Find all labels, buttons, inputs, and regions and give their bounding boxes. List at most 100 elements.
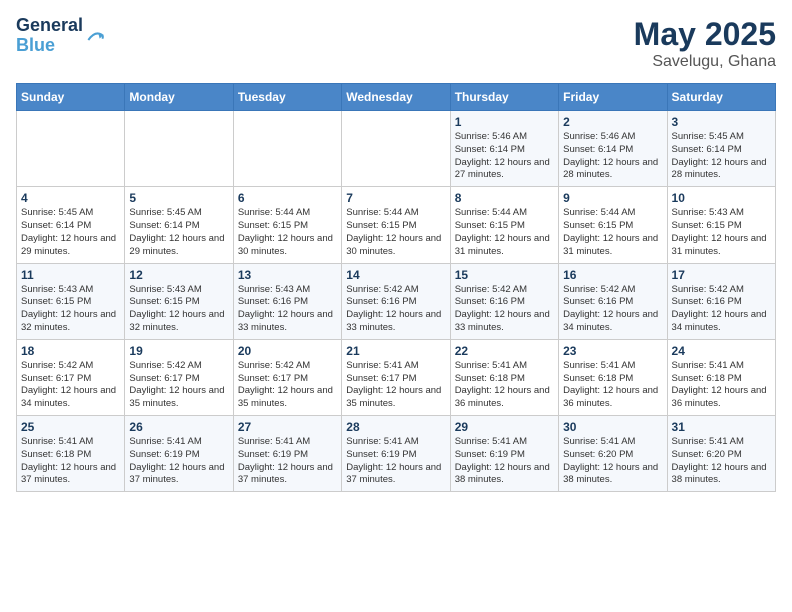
calendar-cell: 6Sunrise: 5:44 AM Sunset: 6:15 PM Daylig… bbox=[233, 187, 341, 263]
month-year: May 2025 bbox=[634, 16, 776, 53]
day-info: Sunrise: 5:43 AM Sunset: 6:15 PM Dayligh… bbox=[129, 284, 228, 335]
day-info: Sunrise: 5:41 AM Sunset: 6:18 PM Dayligh… bbox=[455, 360, 554, 411]
day-info: Sunrise: 5:42 AM Sunset: 6:16 PM Dayligh… bbox=[346, 284, 445, 335]
calendar-week-row: 11 Sunrise: 5:43 AM Sunset: 6:15 PM Dayli… bbox=[17, 263, 776, 339]
calendar-week-row: 4 Sunrise: 5:45 AM Sunset: 6:14 PM Daylig… bbox=[17, 187, 776, 263]
day-number: 27 bbox=[238, 420, 337, 434]
calendar-cell: 30 Sunrise: 5:41 AM Sunset: 6:20 PM Dayli… bbox=[559, 416, 667, 492]
day-info: Sunrise: 5:42 AM Sunset: 6:16 PM Dayligh… bbox=[672, 284, 771, 335]
calendar-week-row: 1 Sunrise: 5:46 AM Sunset: 6:14 PM Daylig… bbox=[17, 111, 776, 187]
calendar-cell: 16 Sunrise: 5:42 AM Sunset: 6:16 PM Dayli… bbox=[559, 263, 667, 339]
day-number: 15 bbox=[455, 268, 554, 282]
calendar-cell: 21 Sunrise: 5:41 AM Sunset: 6:17 PM Dayli… bbox=[342, 339, 450, 415]
calendar-cell: 3 Sunrise: 5:45 AM Sunset: 6:14 PM Daylig… bbox=[667, 111, 775, 187]
day-info: Sunrise: 5:44 AM Sunset: 6:15 PM Dayligh… bbox=[563, 207, 662, 258]
day-info: Sunrise: 5:42 AM Sunset: 6:16 PM Dayligh… bbox=[563, 284, 662, 335]
day-number: 21 bbox=[346, 344, 445, 358]
calendar-cell bbox=[125, 111, 233, 187]
day-info: Sunrise: 5:43 AM Sunset: 6:15 PM Dayligh… bbox=[21, 284, 120, 335]
weekday-header-friday: Friday bbox=[559, 84, 667, 111]
day-number: 30 bbox=[563, 420, 662, 434]
weekday-header-sunday: Sunday bbox=[17, 84, 125, 111]
day-number: 20 bbox=[238, 344, 337, 358]
day-number: 1 bbox=[455, 115, 554, 129]
day-info: Sunrise: 5:42 AM Sunset: 6:17 PM Dayligh… bbox=[129, 360, 228, 411]
day-number: 28 bbox=[346, 420, 445, 434]
day-info: Sunrise: 5:43 AM Sunset: 6:16 PM Dayligh… bbox=[238, 284, 337, 335]
calendar-cell: 14Sunrise: 5:42 AM Sunset: 6:16 PM Dayli… bbox=[342, 263, 450, 339]
calendar-cell: 15 Sunrise: 5:42 AM Sunset: 6:16 PM Dayli… bbox=[450, 263, 558, 339]
weekday-header-wednesday: Wednesday bbox=[342, 84, 450, 111]
day-number: 5 bbox=[129, 191, 228, 205]
calendar-cell bbox=[342, 111, 450, 187]
calendar-cell: 9 Sunrise: 5:44 AM Sunset: 6:15 PM Daylig… bbox=[559, 187, 667, 263]
day-info: Sunrise: 5:42 AM Sunset: 6:17 PM Dayligh… bbox=[238, 360, 337, 411]
calendar-header-row: SundayMondayTuesdayWednesdayThursdayFrid… bbox=[17, 84, 776, 111]
day-number: 18 bbox=[21, 344, 120, 358]
weekday-header-monday: Monday bbox=[125, 84, 233, 111]
day-info: Sunrise: 5:45 AM Sunset: 6:14 PM Dayligh… bbox=[129, 207, 228, 258]
day-info: Sunrise: 5:44 AM Sunset: 6:15 PM Dayligh… bbox=[238, 207, 337, 258]
logo-text: GeneralBlue bbox=[16, 16, 83, 56]
day-number: 3 bbox=[672, 115, 771, 129]
logo: GeneralBlue bbox=[16, 16, 105, 56]
day-number: 2 bbox=[563, 115, 662, 129]
day-number: 23 bbox=[563, 344, 662, 358]
weekday-header-thursday: Thursday bbox=[450, 84, 558, 111]
calendar-cell bbox=[233, 111, 341, 187]
day-number: 19 bbox=[129, 344, 228, 358]
day-number: 24 bbox=[672, 344, 771, 358]
calendar-cell: 29Sunrise: 5:41 AM Sunset: 6:19 PM Dayli… bbox=[450, 416, 558, 492]
calendar-cell: 4 Sunrise: 5:45 AM Sunset: 6:14 PM Daylig… bbox=[17, 187, 125, 263]
calendar-week-row: 18 Sunrise: 5:42 AM Sunset: 6:17 PM Dayli… bbox=[17, 339, 776, 415]
calendar-cell: 31 Sunrise: 5:41 AM Sunset: 6:20 PM Dayli… bbox=[667, 416, 775, 492]
day-number: 4 bbox=[21, 191, 120, 205]
weekday-header-tuesday: Tuesday bbox=[233, 84, 341, 111]
day-number: 25 bbox=[21, 420, 120, 434]
calendar-cell: 11 Sunrise: 5:43 AM Sunset: 6:15 PM Dayli… bbox=[17, 263, 125, 339]
day-info: Sunrise: 5:41 AM Sunset: 6:17 PM Dayligh… bbox=[346, 360, 445, 411]
day-number: 31 bbox=[672, 420, 771, 434]
calendar-cell: 26 Sunrise: 5:41 AM Sunset: 6:19 PM Dayli… bbox=[125, 416, 233, 492]
day-info: Sunrise: 5:41 AM Sunset: 6:18 PM Dayligh… bbox=[672, 360, 771, 411]
day-info: Sunrise: 5:46 AM Sunset: 6:14 PM Dayligh… bbox=[563, 131, 662, 182]
calendar-cell: 20 Sunrise: 5:42 AM Sunset: 6:17 PM Dayli… bbox=[233, 339, 341, 415]
day-number: 22 bbox=[455, 344, 554, 358]
logo-icon bbox=[85, 26, 105, 46]
day-info: Sunrise: 5:44 AM Sunset: 6:15 PM Dayligh… bbox=[346, 207, 445, 258]
calendar-body: 1 Sunrise: 5:46 AM Sunset: 6:14 PM Daylig… bbox=[17, 111, 776, 492]
day-number: 8 bbox=[455, 191, 554, 205]
day-info: Sunrise: 5:41 AM Sunset: 6:18 PM Dayligh… bbox=[563, 360, 662, 411]
calendar-cell: 27Sunrise: 5:41 AM Sunset: 6:19 PM Dayli… bbox=[233, 416, 341, 492]
calendar-cell: 19 Sunrise: 5:42 AM Sunset: 6:17 PM Dayli… bbox=[125, 339, 233, 415]
day-info: Sunrise: 5:42 AM Sunset: 6:16 PM Dayligh… bbox=[455, 284, 554, 335]
day-number: 17 bbox=[672, 268, 771, 282]
day-info: Sunrise: 5:45 AM Sunset: 6:14 PM Dayligh… bbox=[21, 207, 120, 258]
day-info: Sunrise: 5:41 AM Sunset: 6:20 PM Dayligh… bbox=[563, 436, 662, 487]
day-info: Sunrise: 5:45 AM Sunset: 6:14 PM Dayligh… bbox=[672, 131, 771, 182]
day-info: Sunrise: 5:43 AM Sunset: 6:15 PM Dayligh… bbox=[672, 207, 771, 258]
day-number: 16 bbox=[563, 268, 662, 282]
location: Savelugu, Ghana bbox=[634, 53, 776, 71]
day-info: Sunrise: 5:41 AM Sunset: 6:19 PM Dayligh… bbox=[346, 436, 445, 487]
day-number: 9 bbox=[563, 191, 662, 205]
calendar-cell bbox=[17, 111, 125, 187]
day-info: Sunrise: 5:41 AM Sunset: 6:18 PM Dayligh… bbox=[21, 436, 120, 487]
day-number: 13 bbox=[238, 268, 337, 282]
calendar-cell: 23 Sunrise: 5:41 AM Sunset: 6:18 PM Dayli… bbox=[559, 339, 667, 415]
day-number: 12 bbox=[129, 268, 228, 282]
day-number: 10 bbox=[672, 191, 771, 205]
day-info: Sunrise: 5:44 AM Sunset: 6:15 PM Dayligh… bbox=[455, 207, 554, 258]
calendar-table: SundayMondayTuesdayWednesdayThursdayFrid… bbox=[16, 83, 776, 492]
calendar-week-row: 25 Sunrise: 5:41 AM Sunset: 6:18 PM Dayli… bbox=[17, 416, 776, 492]
day-number: 26 bbox=[129, 420, 228, 434]
day-number: 11 bbox=[21, 268, 120, 282]
page-header: GeneralBlue May 2025 Savelugu, Ghana bbox=[16, 16, 776, 71]
day-info: Sunrise: 5:41 AM Sunset: 6:20 PM Dayligh… bbox=[672, 436, 771, 487]
calendar-cell: 2 Sunrise: 5:46 AM Sunset: 6:14 PM Daylig… bbox=[559, 111, 667, 187]
day-info: Sunrise: 5:41 AM Sunset: 6:19 PM Dayligh… bbox=[129, 436, 228, 487]
calendar-cell: 24 Sunrise: 5:41 AM Sunset: 6:18 PM Dayli… bbox=[667, 339, 775, 415]
calendar-cell: 1Sunrise: 5:46 AM Sunset: 6:14 PM Daylig… bbox=[450, 111, 558, 187]
calendar-cell: 8 Sunrise: 5:44 AM Sunset: 6:15 PM Daylig… bbox=[450, 187, 558, 263]
day-number: 7 bbox=[346, 191, 445, 205]
